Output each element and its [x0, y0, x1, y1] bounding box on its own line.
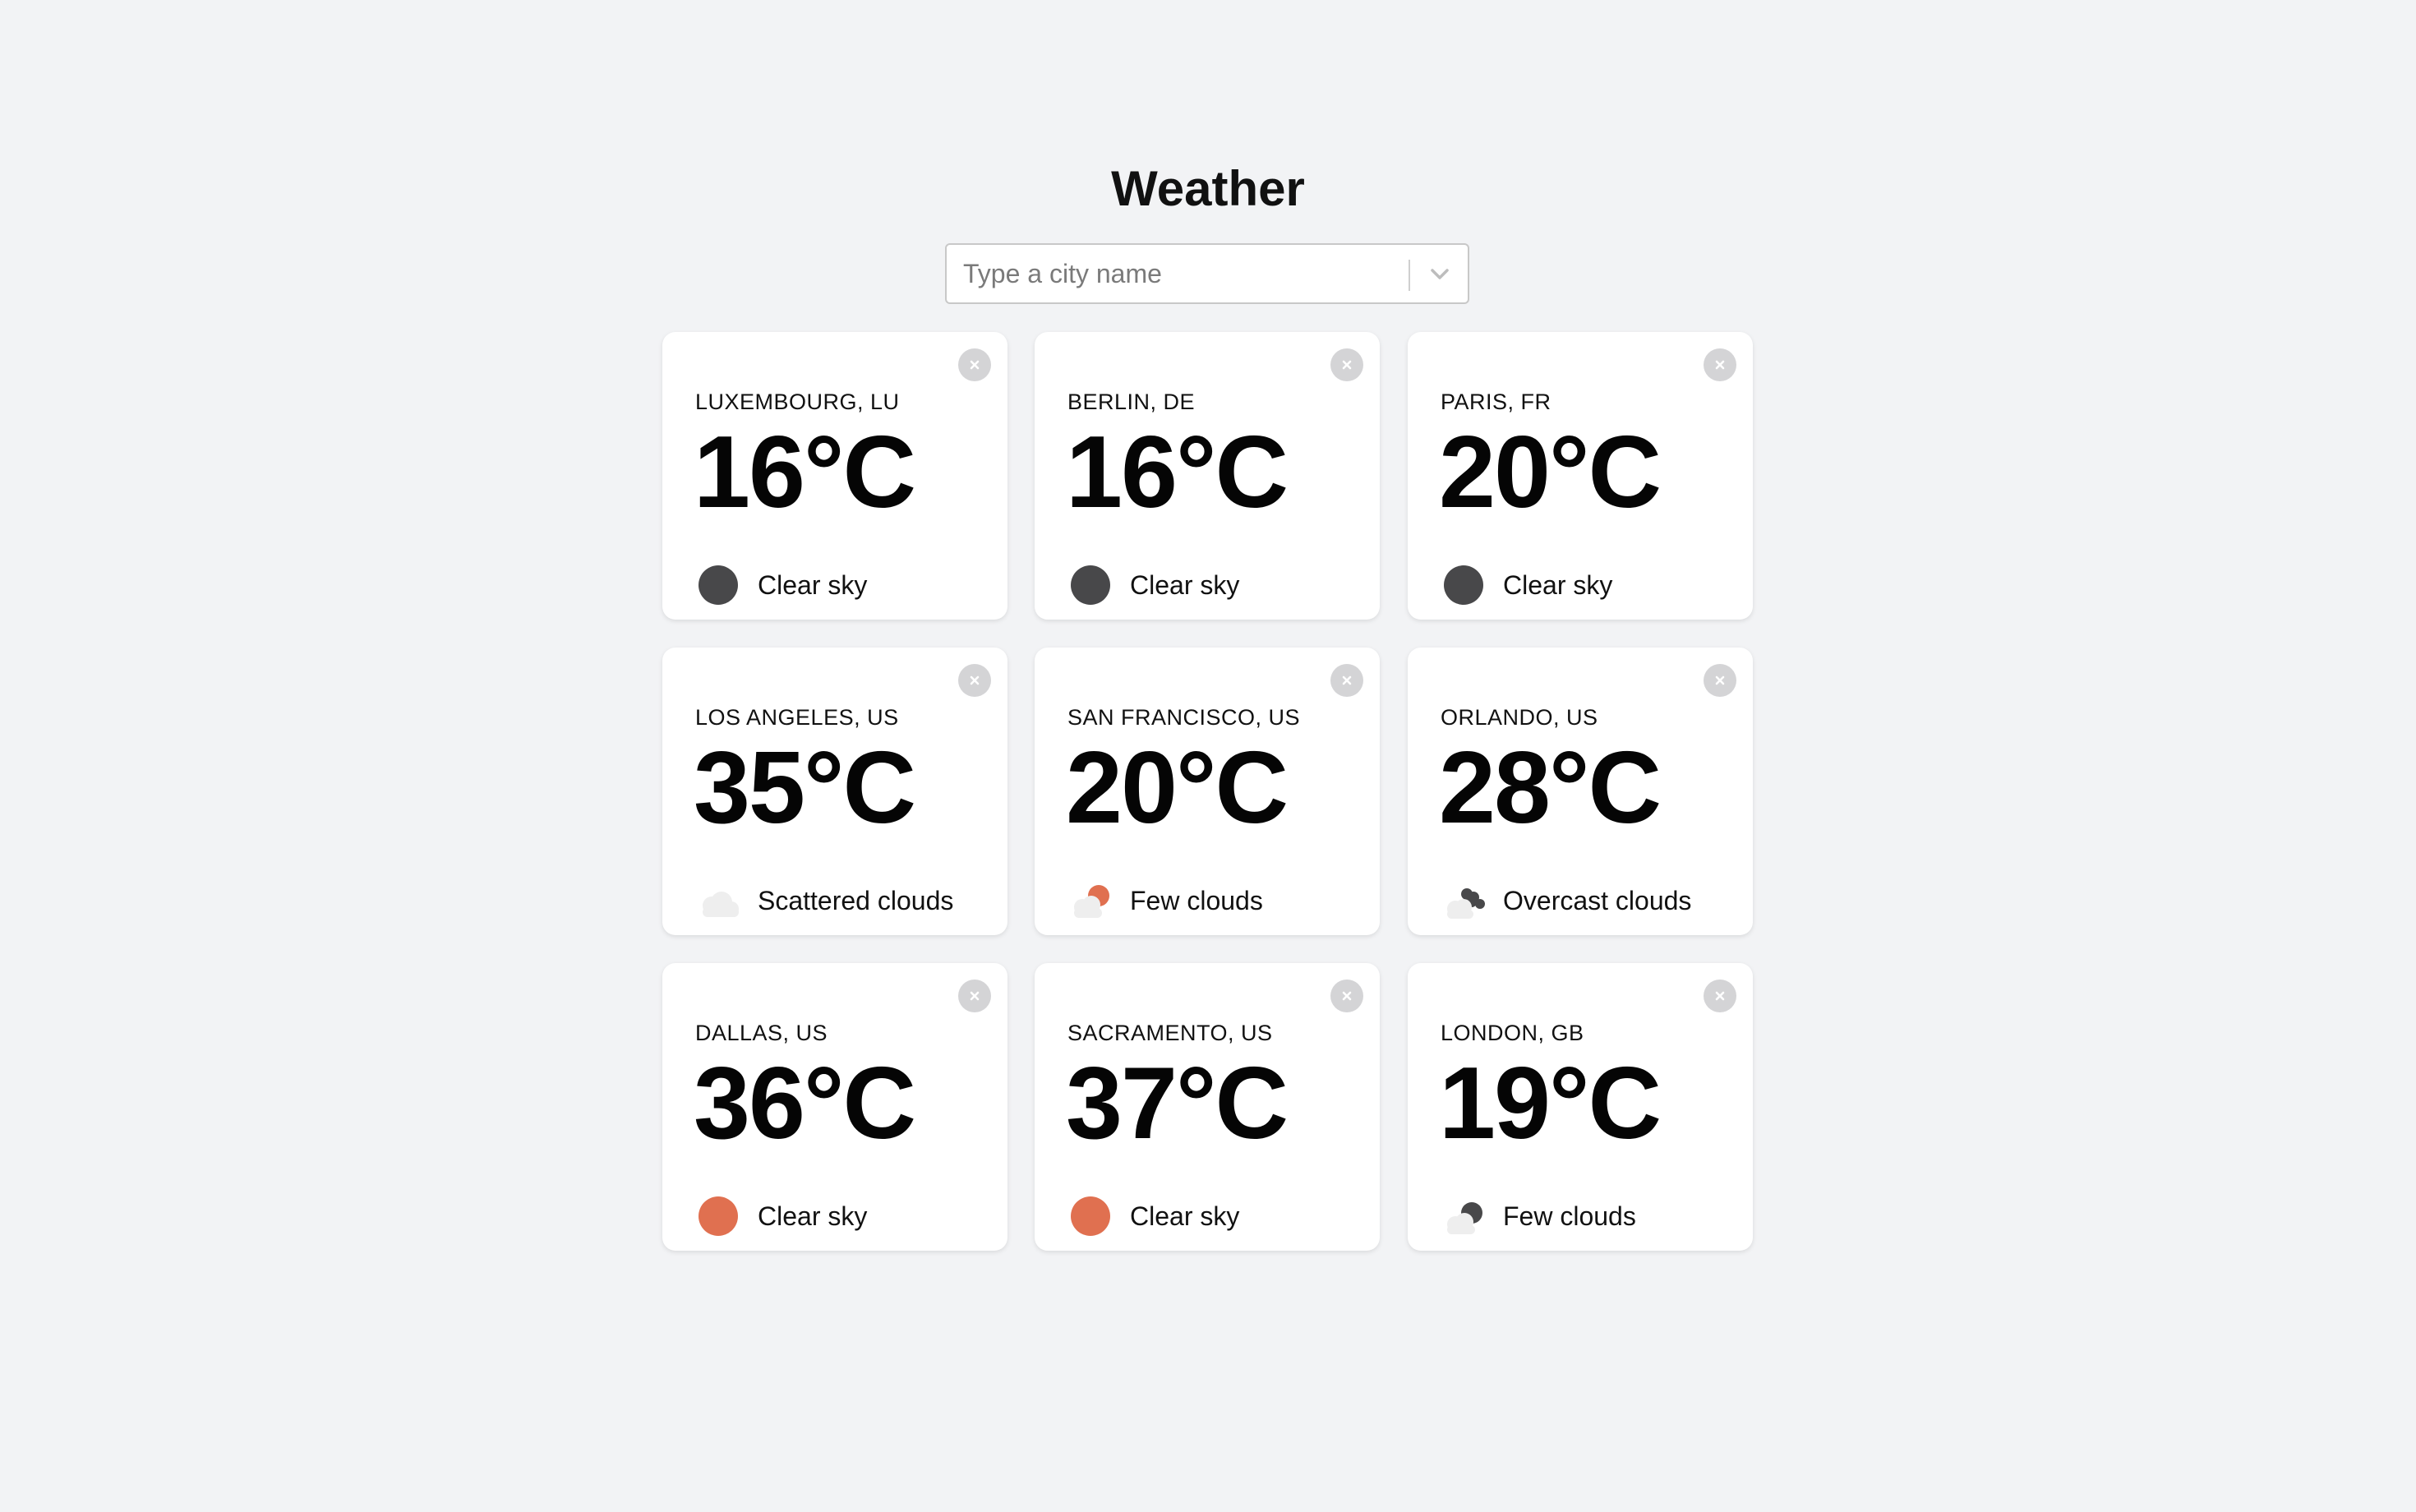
close-icon	[1715, 991, 1725, 1001]
weather-card: SAN FRANCISCO, US 20°C Few clouds	[1035, 648, 1380, 935]
temperature: 36°C	[694, 1047, 916, 1160]
temperature: 19°C	[1439, 1047, 1662, 1160]
condition-label: Clear sky	[1130, 1201, 1240, 1231]
temperature: 16°C	[1066, 416, 1289, 529]
city-name: BERLIN, DE	[1067, 390, 1196, 414]
close-icon	[970, 675, 980, 685]
city-search-input[interactable]	[963, 245, 1390, 302]
weather-condition: Clear sky	[695, 562, 867, 608]
city-name: LONDON, GB	[1441, 1021, 1584, 1045]
weather-condition: Few clouds	[1067, 878, 1263, 924]
temperature: 35°C	[694, 731, 916, 845]
sun-icon	[699, 1196, 738, 1236]
search-separator	[1409, 260, 1410, 291]
remove-card-button[interactable]	[958, 980, 991, 1012]
remove-card-button[interactable]	[1704, 664, 1736, 697]
remove-card-button[interactable]	[1330, 980, 1363, 1012]
weather-card: ORLANDO, US 28°C Overcast clouds	[1408, 648, 1753, 935]
remove-card-button[interactable]	[1704, 348, 1736, 381]
condition-label: Scattered clouds	[758, 885, 954, 915]
close-icon	[970, 360, 980, 370]
city-name: SACRAMENTO, US	[1067, 1021, 1273, 1045]
remove-card-button[interactable]	[1330, 664, 1363, 697]
moon-icon	[1071, 565, 1110, 605]
condition-label: Overcast clouds	[1503, 885, 1692, 915]
temperature: 20°C	[1439, 416, 1662, 529]
overcast-clouds-icon	[1447, 888, 1485, 919]
cloud-icon	[703, 892, 739, 917]
temperature: 37°C	[1066, 1047, 1289, 1160]
remove-card-button[interactable]	[1704, 980, 1736, 1012]
city-name: DALLAS, US	[695, 1021, 828, 1045]
chevron-down-icon[interactable]	[1418, 253, 1461, 296]
moon-icon	[1444, 565, 1483, 605]
city-name: ORLANDO, US	[1441, 705, 1598, 730]
condition-label: Clear sky	[1130, 569, 1240, 600]
city-name: SAN FRANCISCO, US	[1067, 705, 1301, 730]
weather-card: LONDON, GB 19°C Few clouds	[1408, 963, 1753, 1251]
remove-card-button[interactable]	[958, 348, 991, 381]
remove-card-button[interactable]	[958, 664, 991, 697]
city-name: LOS ANGELES, US	[695, 705, 899, 730]
temperature: 28°C	[1439, 731, 1662, 845]
weather-condition: Overcast clouds	[1441, 878, 1691, 924]
close-icon	[970, 991, 980, 1001]
moon-behind-cloud-icon	[1447, 1202, 1482, 1234]
weather-card: SACRAMENTO, US 37°C Clear sky	[1035, 963, 1380, 1251]
condition-label: Clear sky	[758, 1201, 868, 1231]
weather-condition: Few clouds	[1441, 1193, 1636, 1239]
weather-condition: Scattered clouds	[695, 878, 953, 924]
temperature: 20°C	[1066, 731, 1289, 845]
condition-label: Few clouds	[1130, 885, 1263, 915]
weather-card: LUXEMBOURG, LU 16°C Clear sky	[662, 332, 1007, 620]
city-search-combobox[interactable]	[945, 243, 1469, 304]
city-name: LUXEMBOURG, LU	[695, 390, 900, 414]
weather-condition: Clear sky	[695, 1193, 867, 1239]
close-icon	[1342, 991, 1352, 1001]
weather-card: PARIS, FR 20°C Clear sky	[1408, 332, 1753, 620]
weather-card: BERLIN, DE 16°C Clear sky	[1035, 332, 1380, 620]
weather-card: LOS ANGELES, US 35°C Scattered clouds	[662, 648, 1007, 935]
sun-behind-cloud-icon	[1074, 885, 1109, 918]
close-icon	[1715, 675, 1725, 685]
page-title: Weather	[1111, 161, 1305, 216]
moon-icon	[699, 565, 738, 605]
weather-condition: Clear sky	[1067, 562, 1239, 608]
remove-card-button[interactable]	[1330, 348, 1363, 381]
close-icon	[1342, 360, 1352, 370]
city-name: PARIS, FR	[1441, 390, 1551, 414]
condition-label: Clear sky	[758, 569, 868, 600]
weather-condition: Clear sky	[1441, 562, 1612, 608]
close-icon	[1715, 360, 1725, 370]
condition-label: Clear sky	[1503, 569, 1613, 600]
weather-card: DALLAS, US 36°C Clear sky	[662, 963, 1007, 1251]
close-icon	[1342, 675, 1352, 685]
weather-app: Weather LUXEMBOURG, LU 16°C Clear sky BE…	[0, 0, 2416, 1512]
weather-condition: Clear sky	[1067, 1193, 1239, 1239]
sun-icon	[1071, 1196, 1110, 1236]
temperature: 16°C	[694, 416, 916, 529]
condition-label: Few clouds	[1503, 1201, 1636, 1231]
